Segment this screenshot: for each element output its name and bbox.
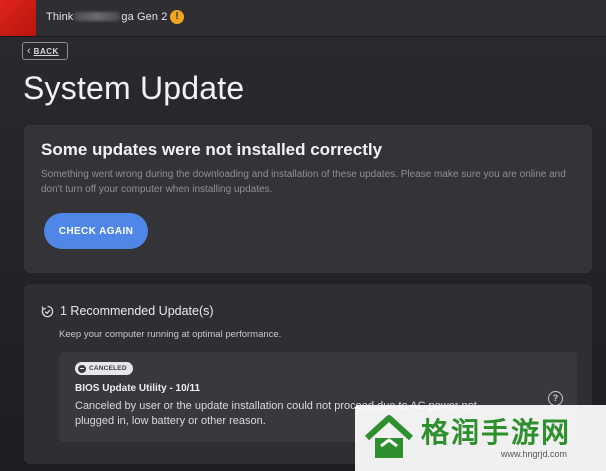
system-update-window: Think ga Gen 2 ! ‹ BACK System Update Som… bbox=[0, 0, 606, 471]
back-button[interactable]: ‹ BACK bbox=[22, 42, 68, 60]
redacted-text bbox=[74, 12, 121, 21]
minus-circle-icon bbox=[78, 364, 86, 373]
chevron-left-icon: ‹ bbox=[27, 44, 31, 57]
brand-accent bbox=[0, 0, 36, 36]
watermark-brand: 格润手游网 bbox=[421, 417, 572, 448]
error-card: Some updates were not installed correctl… bbox=[24, 125, 592, 273]
error-title: Some updates were not installed correctl… bbox=[41, 140, 383, 159]
status-label: CANCELED bbox=[89, 365, 127, 372]
app-title-suffix: ga Gen 2 bbox=[121, 11, 168, 23]
watermark-logo-icon bbox=[364, 415, 414, 458]
app-title-prefix: Think bbox=[46, 11, 74, 23]
check-again-button[interactable]: CHECK AGAIN bbox=[44, 213, 148, 249]
status-badge: CANCELED bbox=[75, 362, 133, 375]
recommended-title: 1 Recommended Update(s) bbox=[60, 304, 214, 318]
update-name: BIOS Update Utility - 10/11 bbox=[75, 383, 201, 394]
back-label: BACK bbox=[33, 46, 59, 56]
watermark-text: 格润手游网 www.hngrjd.com bbox=[421, 417, 571, 459]
watermark: 格润手游网 www.hngrjd.com bbox=[355, 405, 606, 471]
recommended-header: 1 Recommended Update(s) bbox=[41, 304, 214, 318]
warning-icon[interactable]: ! bbox=[170, 10, 184, 24]
title-bar: Think ga Gen 2 ! bbox=[0, 0, 606, 37]
question-icon[interactable]: ? bbox=[548, 391, 563, 406]
recommended-description: Keep your computer running at optimal pe… bbox=[59, 329, 282, 340]
app-title: Think ga Gen 2 bbox=[46, 11, 167, 23]
page-title: System Update bbox=[23, 70, 245, 106]
error-description: Something went wrong during the download… bbox=[41, 169, 566, 195]
watermark-url: www.hngrjd.com bbox=[500, 449, 568, 459]
refresh-check-icon bbox=[41, 305, 54, 318]
